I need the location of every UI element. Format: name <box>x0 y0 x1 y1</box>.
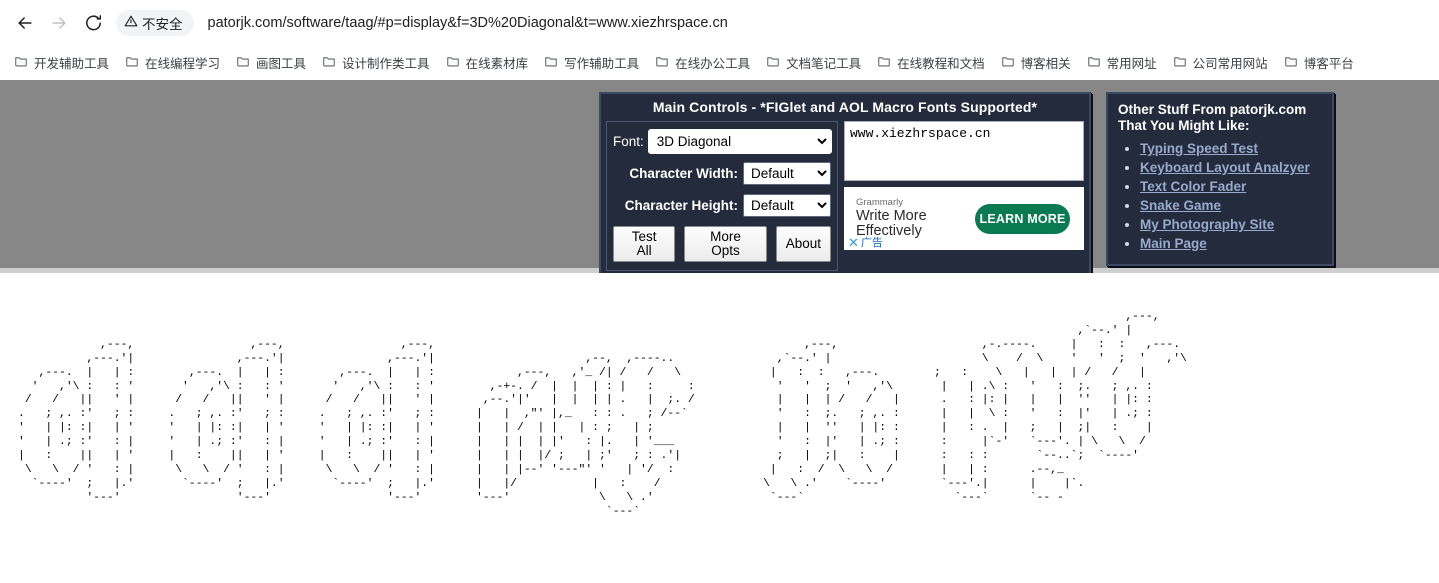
list-item: My Photography Site <box>1140 216 1322 234</box>
reload-button[interactable] <box>76 6 110 40</box>
bookmark-label: 公司常用网站 <box>1192 57 1268 71</box>
bookmark-folder[interactable]: 写作辅助工具 <box>536 49 647 76</box>
other-stuff-panel: Other Stuff From patorjk.com That You Mi… <box>1106 92 1334 266</box>
link-snake-game[interactable]: Snake Game <box>1140 198 1221 213</box>
folder-icon <box>14 54 28 71</box>
font-row: Font: 3D Diagonal <box>613 129 833 154</box>
bookmark-folder[interactable]: 开发辅助工具 <box>6 49 117 76</box>
bookmark-label: 常用网址 <box>1106 57 1157 71</box>
address-bar[interactable]: 不安全 patorjk.com/software/taag/#p=display… <box>116 7 1427 38</box>
ad-close-controls[interactable]: ✕ 广告 <box>848 236 883 249</box>
folder-icon <box>322 54 336 71</box>
font-select[interactable]: 3D Diagonal <box>647 129 833 154</box>
list-item: Snake Game <box>1140 197 1322 215</box>
security-status-label: 不安全 <box>142 16 183 32</box>
link-keyboard-layout-analzyer[interactable]: Keyboard Layout Analzyer <box>1140 160 1310 175</box>
folder-icon <box>1173 54 1187 71</box>
warning-triangle-icon <box>124 14 138 31</box>
reload-icon <box>84 13 103 32</box>
bookmark-label: 在线教程和文档 <box>897 57 985 71</box>
bookmark-label: 画图工具 <box>256 57 307 71</box>
ascii-art-output: ,---, ,`--.' | ,---, ,---, ,---, ,---, ,… <box>0 273 1439 583</box>
bookmark-label: 在线办公工具 <box>675 57 751 71</box>
browser-chrome: 不安全 patorjk.com/software/taag/#p=display… <box>0 0 1439 80</box>
bookmark-folder[interactable]: 在线编程学习 <box>117 49 228 76</box>
close-x-icon[interactable]: ✕ <box>848 236 859 249</box>
bookmark-label: 博客平台 <box>1303 57 1354 71</box>
bookmark-folder[interactable]: 公司常用网站 <box>1165 49 1276 76</box>
list-item: Keyboard Layout Analzyer <box>1140 159 1322 177</box>
character-width-select[interactable]: Default <box>743 162 831 185</box>
bookmark-folder[interactable]: 在线教程和文档 <box>869 49 993 76</box>
bookmark-folder[interactable]: 博客相关 <box>993 49 1079 76</box>
character-height-select[interactable]: Default <box>743 194 831 217</box>
folder-icon <box>1087 54 1101 71</box>
bookmark-folder[interactable]: 常用网址 <box>1079 49 1165 76</box>
bookmark-label: 开发辅助工具 <box>34 57 110 71</box>
folder-icon <box>655 54 669 71</box>
ad-disclosure-label[interactable]: 广告 <box>861 238 883 249</box>
more-opts-button[interactable]: More Opts <box>684 226 767 262</box>
page-content: Main Controls - *FIGlet and AOL Macro Fo… <box>0 80 1439 583</box>
bookmark-folder[interactable]: 设计制作类工具 <box>314 49 438 76</box>
controls-column: Font: 3D Diagonal Character Width: Defau… <box>606 121 838 271</box>
bookmark-label: 设计制作类工具 <box>342 57 430 71</box>
about-button[interactable]: About <box>775 226 831 262</box>
bookmark-folder[interactable]: 在线素材库 <box>438 49 537 76</box>
bookmark-label: 博客相关 <box>1020 57 1071 71</box>
controls-button-row: Test All More Opts About <box>613 226 831 262</box>
bookmark-label: 在线素材库 <box>465 57 529 71</box>
bookmark-label: 在线编程学习 <box>145 57 221 71</box>
folder-icon <box>1001 54 1015 71</box>
ad-text: Grammarly Write More Effectively <box>856 196 975 239</box>
advertisement[interactable]: Grammarly Write More Effectively LEARN M… <box>844 187 1084 250</box>
back-button[interactable] <box>8 6 42 40</box>
bookmark-label: 文档笔记工具 <box>786 57 862 71</box>
character-height-label: Character Height: <box>624 198 738 213</box>
list-item: Text Color Fader <box>1140 178 1322 196</box>
link-my-photography-site[interactable]: My Photography Site <box>1140 217 1274 232</box>
character-width-label: Character Width: <box>629 166 738 181</box>
arrow-right-icon <box>49 13 69 33</box>
arrow-left-icon <box>15 13 35 33</box>
folder-icon <box>544 54 558 71</box>
bookmark-folder[interactable]: 博客平台 <box>1276 49 1362 76</box>
character-width-row: Character Width: Default <box>613 162 831 185</box>
ad-learn-more-button[interactable]: LEARN MORE <box>975 203 1070 234</box>
other-stuff-links: Typing Speed Test Keyboard Layout Analzy… <box>1118 140 1322 253</box>
link-main-page[interactable]: Main Page <box>1140 236 1207 251</box>
list-item: Main Page <box>1140 235 1322 253</box>
security-status-chip[interactable]: 不安全 <box>116 9 194 36</box>
url-text[interactable]: patorjk.com/software/taag/#p=display&f=3… <box>208 15 728 31</box>
test-all-button[interactable]: Test All <box>613 226 676 262</box>
folder-icon <box>877 54 891 71</box>
ad-headline: Write More Effectively <box>856 207 927 239</box>
bookmark-folder[interactable]: 文档笔记工具 <box>758 49 869 76</box>
bookmarks-bar: 开发辅助工具 在线编程学习 画图工具 设计制作类工具 在线素材库 写作辅助工具 … <box>0 45 1439 80</box>
bookmark-folder[interactable]: 画图工具 <box>228 49 314 76</box>
main-controls-panel: Main Controls - *FIGlet and AOL Macro Fo… <box>599 92 1091 280</box>
forward-button[interactable] <box>42 6 76 40</box>
folder-icon <box>236 54 250 71</box>
folder-icon <box>1284 54 1298 71</box>
main-controls-title: Main Controls - *FIGlet and AOL Macro Fo… <box>652 99 1038 115</box>
ascii-text-input[interactable]: www.xiezhrspace.cn <box>844 121 1084 181</box>
font-label: Font: <box>613 134 644 149</box>
bookmark-label: 写作辅助工具 <box>564 57 640 71</box>
browser-toolbar: 不安全 patorjk.com/software/taag/#p=display… <box>0 0 1439 45</box>
folder-icon <box>766 54 780 71</box>
link-typing-speed-test[interactable]: Typing Speed Test <box>1140 141 1258 156</box>
main-controls-body: Font: 3D Diagonal Character Width: Defau… <box>601 121 1089 278</box>
character-height-row: Character Height: Default <box>613 194 831 217</box>
folder-icon <box>446 54 460 71</box>
link-text-color-fader[interactable]: Text Color Fader <box>1140 179 1246 194</box>
ad-brand-label: Grammarly <box>856 196 903 208</box>
ascii-art-text: ,---, ,`--.' | ,---, ,---, ,---, ,---, ,… <box>18 311 1187 518</box>
input-column: www.xiezhrspace.cn Grammarly Write More … <box>844 121 1084 271</box>
bookmark-folder[interactable]: 在线办公工具 <box>647 49 758 76</box>
list-item: Typing Speed Test <box>1140 140 1322 158</box>
folder-icon <box>125 54 139 71</box>
other-stuff-heading: Other Stuff From patorjk.com That You Mi… <box>1118 102 1307 133</box>
